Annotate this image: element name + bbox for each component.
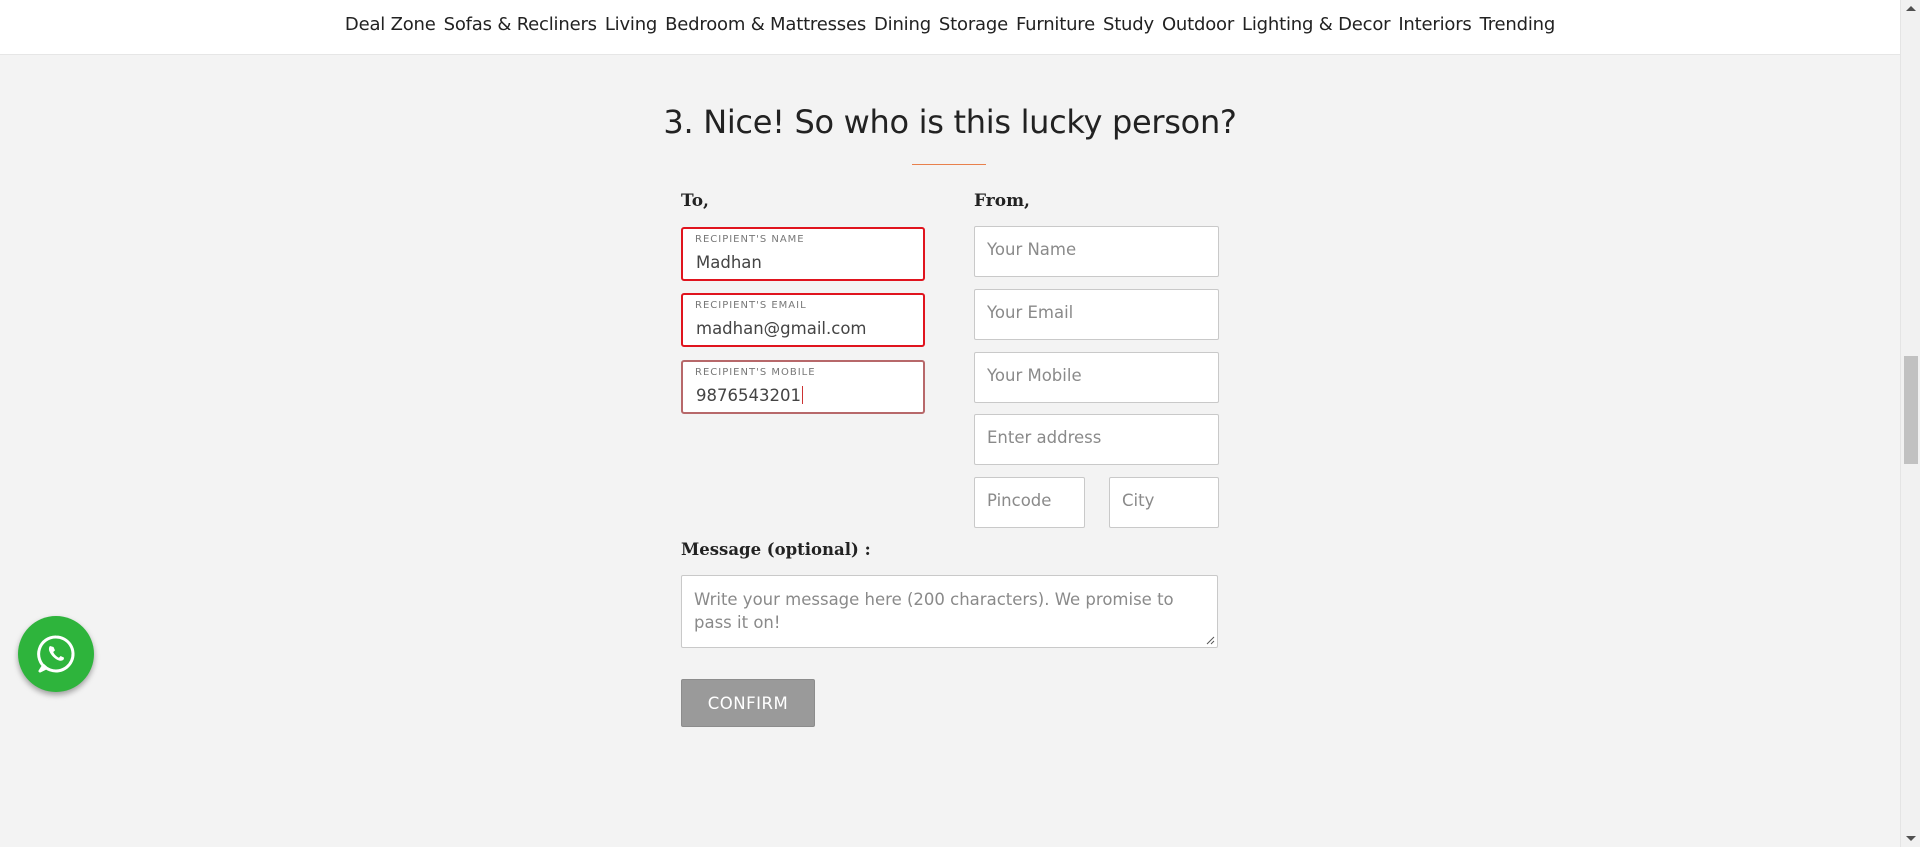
recipient-mobile-value-wrap: 9876543201 <box>696 386 803 405</box>
message-label: Message (optional) : <box>681 540 871 559</box>
sender-name-placeholder: Your Name <box>987 240 1077 259</box>
top-navigation: Deal Zone Sofas & Recliners Living Bedro… <box>0 0 1900 55</box>
recipient-email-value: madhan@gmail.com <box>696 319 867 338</box>
to-label: To, <box>681 191 709 211</box>
section-title: 3. Nice! So who is this lucky person? <box>663 103 1237 141</box>
recipient-mobile-label: RECIPIENT'S MOBILE <box>695 367 816 378</box>
sender-mobile-placeholder: Your Mobile <box>987 366 1082 385</box>
nav-item-dining[interactable]: Dining <box>874 14 931 35</box>
nav-items: Deal Zone Sofas & Recliners Living Bedro… <box>345 14 1555 35</box>
scroll-up-arrow-icon[interactable] <box>1906 6 1916 11</box>
nav-item-interiors[interactable]: Interiors <box>1398 14 1471 35</box>
scrollbar-thumb[interactable] <box>1904 356 1918 464</box>
message-textarea[interactable]: Write your message here (200 characters)… <box>681 575 1218 648</box>
nav-item-deal-zone[interactable]: Deal Zone <box>345 14 436 35</box>
nav-item-sofas-recliners[interactable]: Sofas & Recliners <box>444 14 597 35</box>
from-label: From, <box>974 191 1030 211</box>
text-caret <box>801 386 803 404</box>
vertical-scrollbar[interactable] <box>1900 0 1920 847</box>
recipient-mobile-value: 9876543201 <box>696 386 801 405</box>
city-placeholder: City <box>1122 491 1155 510</box>
message-placeholder: Write your message here (200 characters)… <box>694 590 1174 632</box>
recipient-mobile-field[interactable]: RECIPIENT'S MOBILE 9876543201 <box>681 360 925 414</box>
nav-item-outdoor[interactable]: Outdoor <box>1162 14 1234 35</box>
nav-item-study[interactable]: Study <box>1103 14 1154 35</box>
sender-email-placeholder: Your Email <box>987 303 1074 322</box>
confirm-button[interactable]: CONFIRM <box>681 679 815 727</box>
title-divider <box>912 164 986 165</box>
recipient-email-field[interactable]: RECIPIENT'S EMAIL madhan@gmail.com <box>681 293 925 347</box>
nav-item-lighting-decor[interactable]: Lighting & Decor <box>1242 14 1390 35</box>
recipient-name-value: Madhan <box>696 253 762 272</box>
nav-item-furniture[interactable]: Furniture <box>1016 14 1095 35</box>
recipient-name-field[interactable]: RECIPIENT'S NAME Madhan <box>681 227 925 281</box>
recipient-email-label: RECIPIENT'S EMAIL <box>695 300 807 311</box>
nav-item-living[interactable]: Living <box>605 14 658 35</box>
whatsapp-icon <box>37 635 75 673</box>
sender-name-field[interactable]: Your Name <box>974 226 1219 277</box>
resize-handle-icon[interactable] <box>1205 635 1215 645</box>
sender-email-field[interactable]: Your Email <box>974 289 1219 340</box>
nav-item-storage[interactable]: Storage <box>939 14 1008 35</box>
recipient-name-label: RECIPIENT'S NAME <box>695 234 805 245</box>
address-placeholder: Enter address <box>987 428 1102 447</box>
pincode-placeholder: Pincode <box>987 491 1052 510</box>
sender-mobile-field[interactable]: Your Mobile <box>974 352 1219 403</box>
city-field[interactable]: City <box>1109 477 1219 528</box>
address-field[interactable]: Enter address <box>974 414 1219 465</box>
pincode-field[interactable]: Pincode <box>974 477 1085 528</box>
nav-item-trending[interactable]: Trending <box>1480 14 1556 35</box>
nav-item-bedroom-mattresses[interactable]: Bedroom & Mattresses <box>665 14 866 35</box>
scroll-down-arrow-icon[interactable] <box>1906 836 1916 841</box>
whatsapp-button[interactable] <box>18 616 94 692</box>
